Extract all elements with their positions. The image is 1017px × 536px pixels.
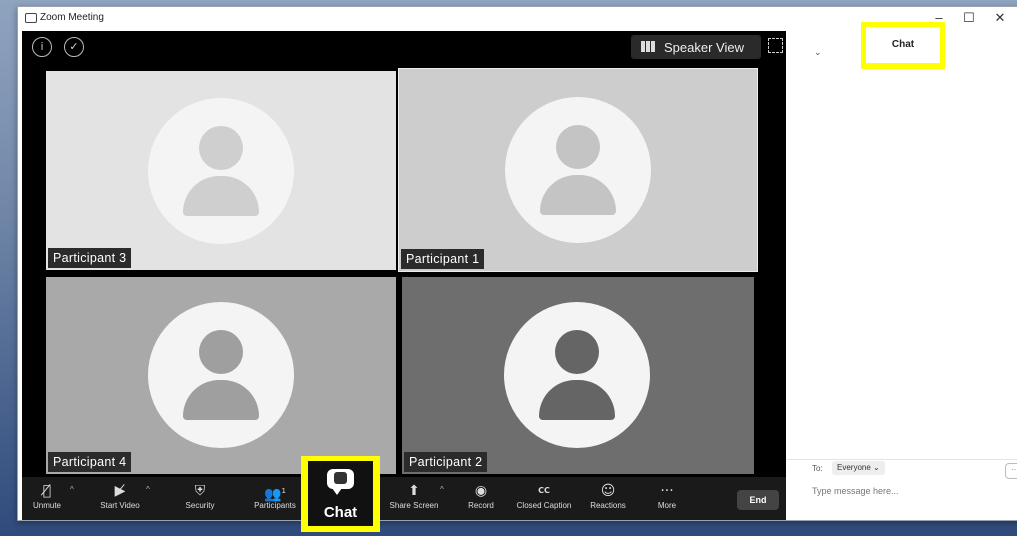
start-video-label: Start Video [100, 501, 140, 510]
to-label: To: [812, 464, 823, 473]
info-icon[interactable]: i [32, 37, 52, 57]
share-screen-button[interactable]: ⬆ Share Screen [388, 477, 440, 520]
participants-button[interactable]: 👥1 Participants [250, 477, 300, 520]
smiley-icon: ☺ [600, 483, 616, 499]
close-button[interactable]: ✕ [986, 9, 1014, 27]
avatar-head [556, 125, 600, 169]
chat-bubble-icon [327, 469, 354, 495]
video-gallery: i ✓ Speaker View Participant 3 Participa… [22, 31, 786, 520]
speaker-view-button[interactable]: Speaker View [631, 35, 761, 59]
closed-caption-button[interactable]: CC Closed Caption [514, 477, 574, 520]
chat-more-button[interactable]: ··· [1005, 463, 1017, 479]
chat-label: Chat [323, 504, 358, 521]
chat-panel: ⌄ To: Everyone ⌄ ··· Type message here..… [786, 31, 1017, 520]
chat-message-input[interactable]: Type message here... [812, 486, 899, 496]
security-label: Security [185, 501, 215, 510]
avatar [148, 98, 294, 244]
avatar-body [539, 380, 615, 420]
meeting-toolbar: 🎙̸ Unmute ^ ▶̸ Start Video ^ ⛨ Security … [22, 477, 786, 520]
chat-button-highlight: Chat [301, 456, 380, 532]
video-off-icon: ▶̸ [114, 483, 126, 499]
record-button[interactable]: ◉ Record [464, 477, 498, 520]
share-screen-icon: ⬆ [408, 483, 420, 499]
end-meeting-button[interactable]: End [737, 490, 779, 510]
video-tile-participant-3[interactable]: Participant 3 [46, 71, 396, 270]
avatar [505, 97, 651, 243]
unmute-label: Unmute [32, 501, 61, 510]
chat-bubble-inner [334, 472, 347, 484]
closed-caption-label: Closed Caption [516, 501, 572, 510]
video-tile-participant-2[interactable]: Participant 2 [402, 277, 754, 474]
participant-name: Participant 2 [404, 452, 488, 472]
fullscreen-icon[interactable] [768, 38, 783, 53]
share-options-caret[interactable]: ^ [440, 485, 444, 494]
maximize-button[interactable]: ☐ [955, 9, 983, 27]
avatar [148, 302, 294, 448]
video-tile-participant-1[interactable]: Participant 1 [398, 68, 758, 272]
record-label: Record [468, 501, 494, 510]
microphone-muted-icon: 🎙̸ [42, 483, 52, 499]
participants-label: Participants [254, 501, 296, 510]
zoom-app-icon [25, 13, 37, 23]
avatar-body [183, 380, 259, 420]
more-label: More [657, 501, 677, 510]
ellipsis-icon: ··· [660, 483, 674, 499]
record-icon: ◉ [474, 483, 488, 499]
avatar-head [199, 330, 243, 374]
avatar-head [199, 126, 243, 170]
audio-options-caret[interactable]: ^ [70, 485, 74, 494]
zoom-window: Zoom Meeting – ☐ ✕ i ✓ Speaker View Part… [17, 6, 1017, 521]
chat-tab-highlight: Chat [861, 22, 945, 69]
security-button[interactable]: ⛨ Security [180, 477, 220, 520]
chat-button[interactable]: Chat [308, 461, 373, 526]
chevron-down-icon[interactable]: ⌄ [814, 47, 822, 58]
shield-icon[interactable]: ✓ [64, 37, 84, 57]
reactions-label: Reactions [590, 501, 626, 510]
participant-name: Participant 4 [48, 452, 132, 472]
avatar-head [555, 330, 599, 374]
start-video-button[interactable]: ▶̸ Start Video [92, 477, 148, 520]
closed-caption-icon: CC [538, 486, 550, 495]
participant-name: Participant 1 [401, 249, 485, 269]
grid-icon [641, 41, 655, 52]
recipient-select[interactable]: Everyone ⌄ [832, 461, 885, 475]
video-options-caret[interactable]: ^ [146, 485, 150, 494]
reactions-button[interactable]: ☺ Reactions [586, 477, 630, 520]
shield-icon: ⛨ [194, 483, 206, 499]
chat-tab[interactable]: Chat [866, 27, 940, 63]
divider [786, 459, 1017, 460]
participants-count: 1 [281, 487, 286, 495]
window-title: Zoom Meeting [40, 12, 104, 23]
unmute-button[interactable]: 🎙̸ Unmute [28, 477, 66, 520]
speaker-view-label: Speaker View [664, 40, 744, 55]
avatar [504, 302, 650, 448]
video-tile-participant-4[interactable]: Participant 4 [46, 277, 396, 474]
participant-name: Participant 3 [48, 248, 132, 268]
more-button[interactable]: ··· More [652, 477, 682, 520]
share-screen-label: Share Screen [389, 501, 439, 510]
avatar-body [540, 175, 616, 215]
avatar-body [183, 176, 259, 216]
participants-icon: 👥1 [264, 486, 286, 503]
